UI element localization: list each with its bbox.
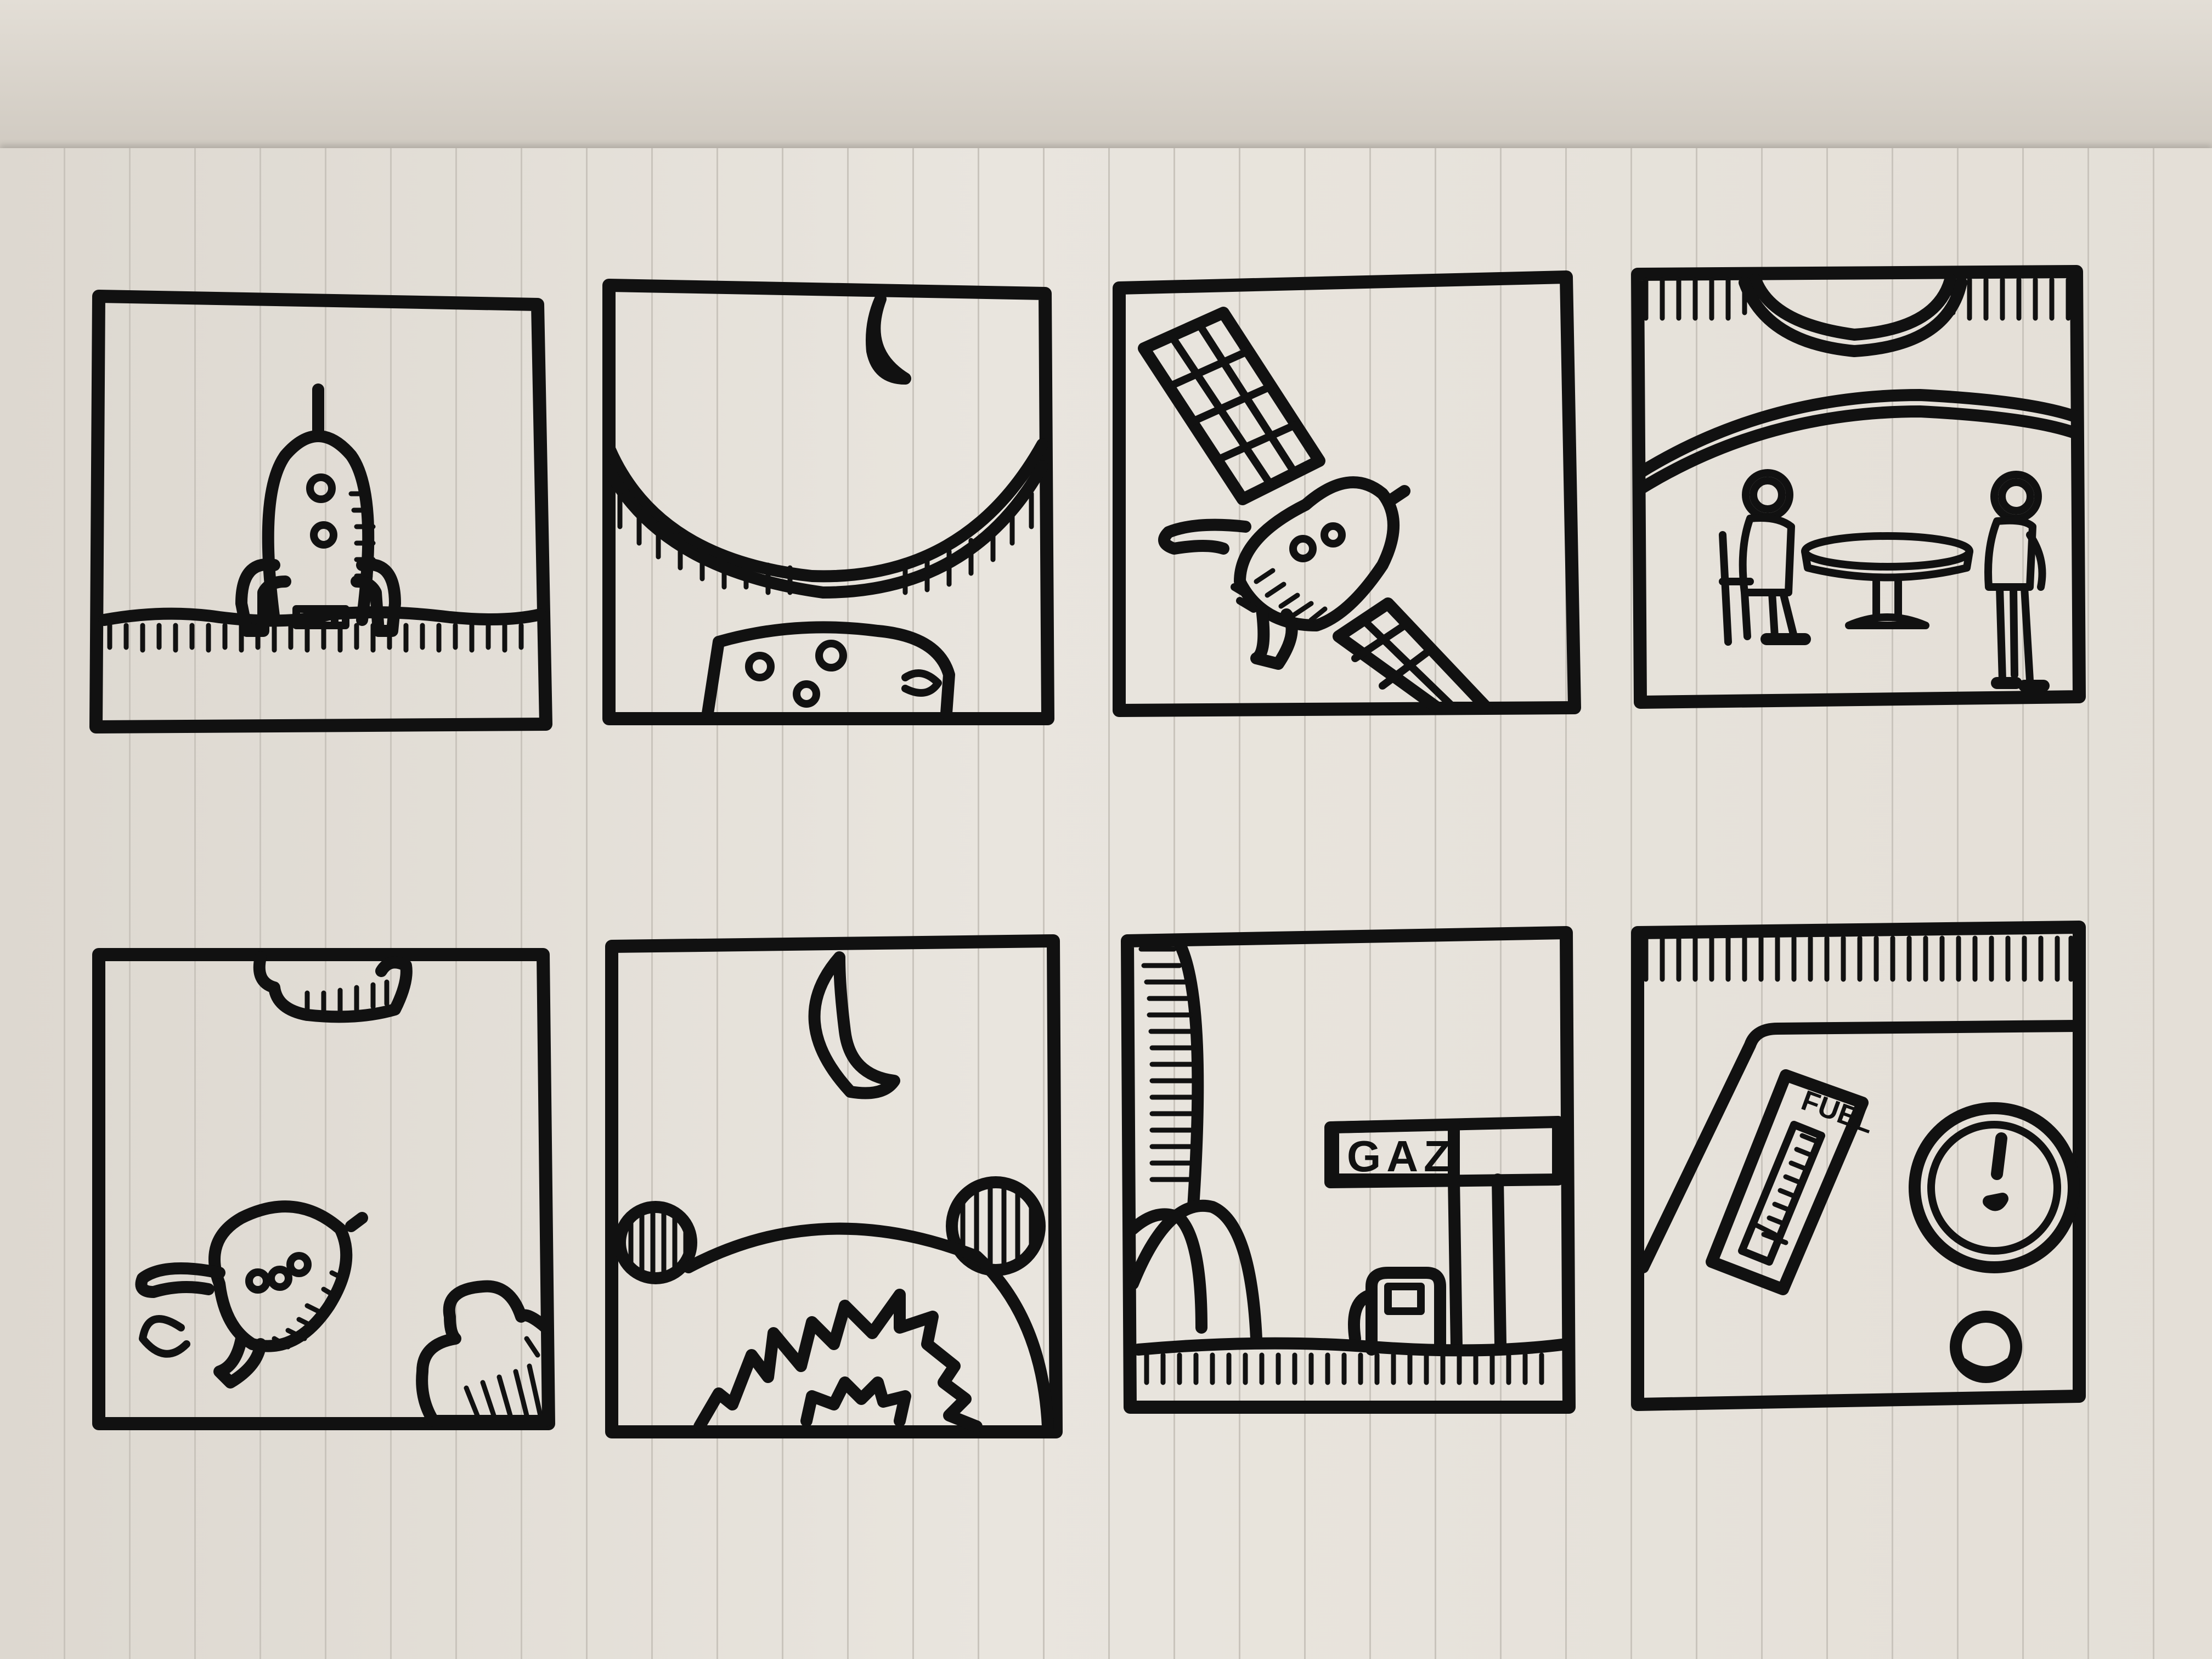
storyboard-sketch: GAZ FUEL — [0, 0, 2212, 1659]
crater-burst-icon — [693, 1289, 983, 1432]
round-button-icon[interactable] — [1950, 1311, 2022, 1383]
panel-1 — [89, 290, 552, 733]
ceiling-hatch — [1739, 274, 1967, 357]
fuel-gauge-icon: FUEL — [1706, 1069, 1878, 1295]
panel-3 — [1113, 270, 1581, 717]
planet-horizon — [604, 438, 1048, 599]
fuel-pump-icon — [1348, 1267, 1446, 1356]
gaz-sign: GAZ — [1324, 1116, 1564, 1188]
crescent-moon-icon — [808, 951, 900, 1099]
gaz-sign-text: GAZ — [1347, 1132, 1456, 1181]
solar-panel-lower — [1333, 597, 1493, 714]
asteroid-bottom-icon — [416, 1280, 552, 1427]
panel-4 — [1631, 265, 2086, 709]
round-table-icon — [1801, 532, 1973, 629]
seated-person-icon — [1719, 469, 1811, 646]
panel-5 — [92, 948, 555, 1430]
cratered-moon-icon — [702, 621, 955, 719]
panel-2 — [602, 279, 1054, 725]
wall-hatching — [1138, 938, 1204, 1213]
rocket-flying-icon — [135, 1200, 368, 1389]
panel-8: FUEL — [1631, 921, 2086, 1411]
rocket-icon — [235, 383, 401, 637]
standing-person-icon — [1984, 471, 2050, 692]
crescent-moon-icon — [866, 293, 911, 385]
satellite-icon — [1158, 476, 1410, 670]
speedometer-dial-icon — [1909, 1102, 2080, 1273]
pipe-icon — [1127, 1199, 1262, 1345]
solar-panel-upper — [1138, 307, 1325, 505]
asteroid-top-icon — [253, 951, 413, 1023]
panel-6 — [605, 934, 1063, 1438]
panel-7: GAZ — [1121, 926, 1576, 1414]
hatched-circle-left-icon — [614, 1201, 697, 1284]
